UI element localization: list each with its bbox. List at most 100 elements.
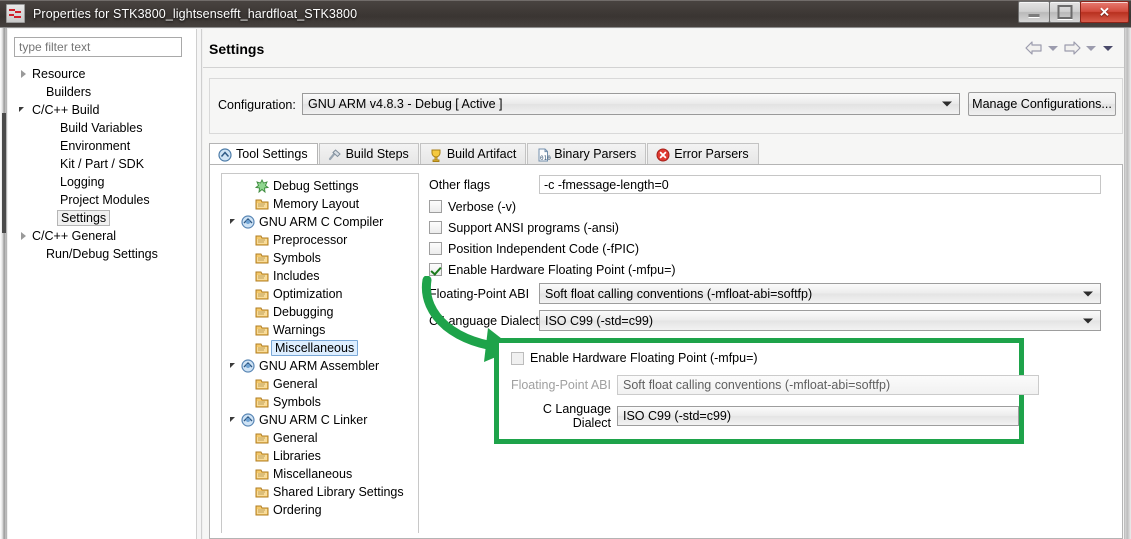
chevron-expanded-icon[interactable] (228, 411, 240, 429)
tool-tree-item-general[interactable]: General (222, 429, 418, 447)
svg-text:010: 010 (540, 155, 551, 162)
sidebar-item-logging[interactable]: Logging (8, 173, 196, 191)
forward-history-chevron-down-icon[interactable] (1086, 45, 1096, 51)
tool-tree-item-label: Debugging (273, 305, 334, 319)
checkbox[interactable] (429, 200, 442, 213)
tool-tree-item-gnu-arm-c-linker[interactable]: GNU ARM C Linker (222, 411, 418, 429)
close-button[interactable]: ✕ (1080, 1, 1129, 23)
sidebar-item-build-variables[interactable]: Build Variables (8, 119, 196, 137)
maximize-restore-button[interactable] (1049, 1, 1081, 23)
tool-tree-item-shared-library-settings[interactable]: Shared Library Settings (222, 483, 418, 501)
chevron-collapsed-icon[interactable] (18, 65, 30, 83)
tool-tree-item-optimization[interactable]: Optimization (222, 285, 418, 303)
build-artifact-icon (428, 147, 442, 162)
chevron-expanded-icon[interactable] (228, 357, 240, 375)
tool-tree-item-debugging[interactable]: Debugging (222, 303, 418, 321)
other-flags-input[interactable] (539, 175, 1101, 194)
tool-tree-item-preprocessor[interactable]: Preprocessor (222, 231, 418, 249)
tab-error-parsers[interactable]: Error Parsers (647, 143, 759, 164)
properties-dialog: Properties for STK3800_lightsensefft_har… (0, 0, 1131, 539)
checkbox[interactable] (429, 242, 442, 255)
window-left-scrollbar[interactable] (0, 28, 7, 539)
tab-label: Build Artifact (446, 147, 517, 161)
combo-value: ISO C99 (-std=c99) (545, 313, 654, 328)
scrollbar-thumb[interactable] (2, 113, 6, 233)
callout-dialect-value[interactable]: ISO C99 (-std=c99) (617, 406, 1019, 426)
checkbox-row-enable-hardware-floating-point-mfpu[interactable]: Enable Hardware Floating Point (-mfpu=) (429, 259, 1113, 280)
filter-input[interactable] (14, 37, 182, 57)
sidebar-item-environment[interactable]: Environment (8, 137, 196, 155)
tool-tree-item-miscellaneous[interactable]: Miscellaneous (222, 465, 418, 483)
tool-tree-item-includes[interactable]: Includes (222, 267, 418, 285)
sidebar-item-run-debug-settings[interactable]: Run/Debug Settings (8, 245, 196, 263)
tool-tree-item-label: Shared Library Settings (273, 485, 404, 499)
tool-tree-item-gnu-arm-assembler[interactable]: GNU ARM Assembler (222, 357, 418, 375)
sidebar-item-kit-part-sdk[interactable]: Kit / Part / SDK (8, 155, 196, 173)
configuration-combo[interactable]: GNU ARM v4.8.3 - Debug [ Active ] (302, 93, 960, 115)
tool-tree-item-label: Warnings (273, 323, 326, 337)
configuration-group: Configuration: GNU ARM v4.8.3 - Debug [ … (209, 78, 1123, 134)
forward-arrow-icon[interactable] (1063, 41, 1081, 55)
callout-fpabi-value[interactable]: Soft float calling conventions (-mfloat-… (617, 375, 1039, 395)
back-arrow-icon[interactable] (1025, 41, 1043, 55)
tool-tree-item-label: Includes (273, 269, 320, 283)
view-menu-chevron-down-icon[interactable] (1103, 45, 1113, 51)
sidebar-item-label: Logging (60, 175, 105, 189)
sidebar-item-c-c-build[interactable]: C/C++ Build (8, 101, 196, 119)
window-right-scrollbar[interactable] (1124, 28, 1131, 539)
sidebar-item-c-c-general[interactable]: C/C++ General (8, 227, 196, 245)
window-title: Properties for STK3800_lightsensefft_har… (33, 6, 358, 21)
folder-icon (254, 196, 270, 212)
tool-tree-item-general[interactable]: General (222, 375, 418, 393)
tool-tree-item-label: Ordering (273, 503, 322, 517)
back-history-chevron-down-icon[interactable] (1048, 45, 1058, 51)
sidebar-item-builders[interactable]: Builders (8, 83, 196, 101)
folder-icon (254, 484, 270, 500)
checkbox[interactable] (429, 221, 442, 234)
tool-tree-item-symbols[interactable]: Symbols (222, 249, 418, 267)
tool-tree-item-ordering[interactable]: Ordering (222, 501, 418, 519)
combo-select[interactable]: ISO C99 (-std=c99) (539, 310, 1101, 331)
chevron-expanded-icon[interactable] (18, 101, 30, 119)
minimize-button[interactable] (1018, 1, 1050, 23)
folder-icon (254, 232, 270, 248)
tab-binary-parsers[interactable]: 010 Binary Parsers (527, 143, 647, 164)
checkbox[interactable] (429, 263, 442, 276)
folder-icon (254, 466, 270, 482)
tool-tree-item-libraries[interactable]: Libraries (222, 447, 418, 465)
manage-configurations-button[interactable]: Manage Configurations... (968, 92, 1116, 116)
tool-tree-item-gnu-arm-c-compiler[interactable]: GNU ARM C Compiler (222, 213, 418, 231)
tool-tree-item-warnings[interactable]: Warnings (222, 321, 418, 339)
tab-build-steps[interactable]: Build Steps (318, 143, 419, 164)
tool-tree-item-label: Miscellaneous (271, 340, 359, 356)
checkbox-row-support-ansi-programs-ansi[interactable]: Support ANSI programs (-ansi) (429, 217, 1113, 238)
tab-tool-settings[interactable]: Tool Settings (209, 143, 318, 164)
sidebar-item-resource[interactable]: Resource (8, 65, 196, 83)
sidebar-content-divider[interactable] (196, 29, 202, 539)
tool-tree-item-miscellaneous[interactable]: Miscellaneous (222, 339, 418, 357)
tool-tree-item-memory-layout[interactable]: Memory Layout (222, 195, 418, 213)
tab-label: Build Steps (345, 147, 409, 161)
chevron-collapsed-icon[interactable] (18, 227, 30, 245)
compiler-option-combos: Floating-Point ABI Soft float calling con… (429, 280, 1113, 334)
combo-select[interactable]: Soft float calling conventions (-mfloat-… (539, 283, 1101, 304)
sidebar-item-project-modules[interactable]: Project Modules (8, 191, 196, 209)
tool-tree-item-symbols[interactable]: Symbols (222, 393, 418, 411)
checkbox-row-verbose-v[interactable]: Verbose (-v) (429, 196, 1113, 217)
tool-tree-item-debug-settings[interactable]: Debug Settings (222, 177, 418, 195)
callout-enable-hwfp-row[interactable]: Enable Hardware Floating Point (-mfpu=) (511, 351, 758, 365)
tab-label: Tool Settings (236, 147, 308, 161)
folder-icon (254, 304, 270, 320)
tab-build-artifact[interactable]: Build Artifact (419, 143, 527, 164)
checkbox-row-position-independent-code-fpic[interactable]: Position Independent Code (-fPIC) (429, 238, 1113, 259)
chevron-expanded-icon[interactable] (228, 213, 240, 231)
sidebar-item-settings[interactable]: Settings (8, 209, 196, 227)
callout-enable-hwfp-checkbox[interactable] (511, 351, 524, 365)
